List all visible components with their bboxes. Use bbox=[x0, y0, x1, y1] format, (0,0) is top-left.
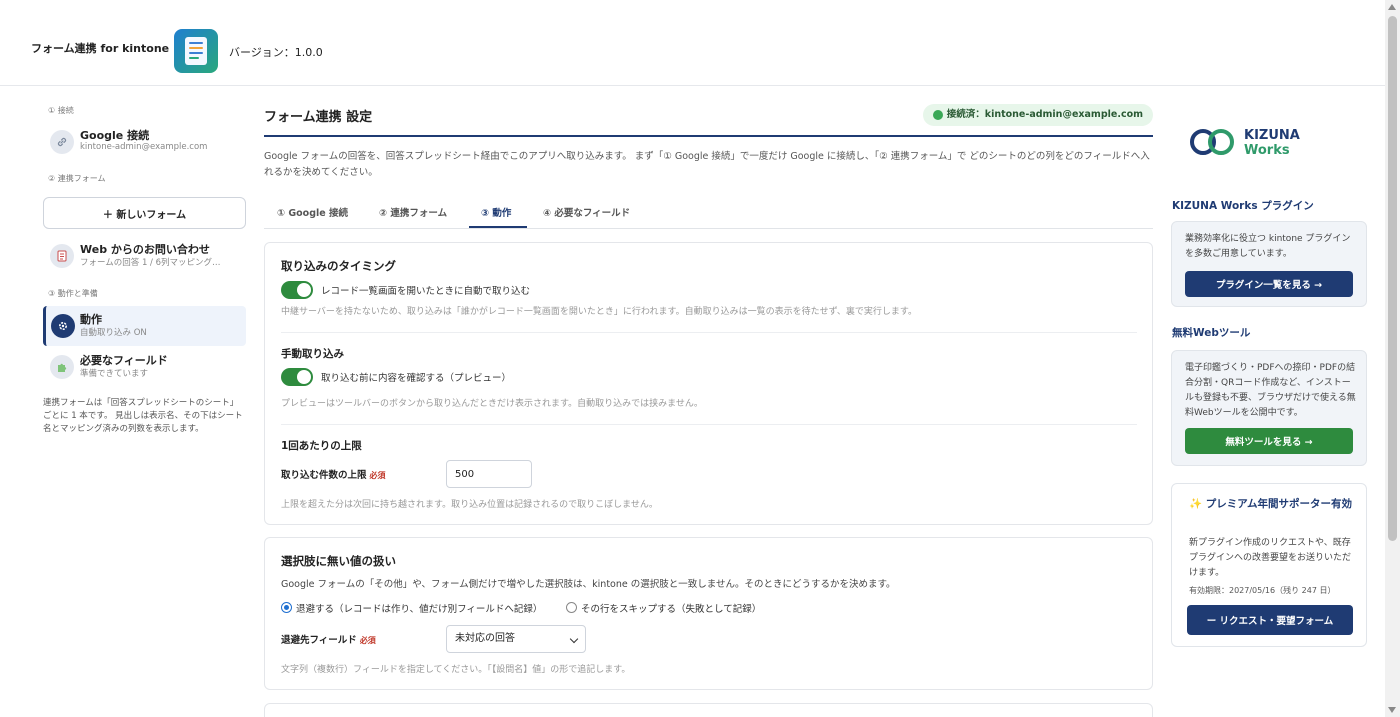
tab-required-fields[interactable]: ④ 必要なフィールド bbox=[543, 205, 630, 219]
fallback-field-label: 退避先フィールド 必須 bbox=[281, 632, 376, 646]
auto-import-toggle[interactable] bbox=[281, 281, 313, 299]
sidebar-item-title: Google 接続 bbox=[80, 129, 150, 142]
next-settings-card bbox=[264, 703, 1153, 717]
sidebar-item-title: Web からのお問い合わせ bbox=[80, 243, 210, 256]
app-form-icon bbox=[174, 29, 218, 73]
sidebar-note: 連携フォームは「回答スプレッドシートのシート」ごとに 1 本です。 見出しは表示… bbox=[43, 398, 243, 434]
sidebar-item-form[interactable]: Web からのお問い合わせ フォームの回答 1 / 6列マッピング… bbox=[43, 236, 246, 276]
section-divider bbox=[281, 424, 1137, 425]
fallback-field-select[interactable]: 未対応の回答 bbox=[446, 625, 586, 653]
connection-status-text: 接続済：kintone-admin@example.com bbox=[946, 109, 1143, 120]
sidebar-item-subtitle: kintone-admin@example.com bbox=[80, 142, 208, 152]
limit-help: 上限を超えた分は次回に持ち越されます。取り込み位置は記録されるので取りこぼしませ… bbox=[281, 500, 658, 510]
import-limit-input[interactable] bbox=[446, 460, 532, 488]
version-label: バージョン：1.0.0 bbox=[229, 46, 323, 59]
premium-description: 新プラグイン作成のリクエストや、既存プラグインへの改善要望をお送りいただけます。 bbox=[1189, 538, 1352, 578]
plugins-text: 業務効率化に役立つ kintone プラグインを多数ご用意しています。 bbox=[1185, 234, 1351, 259]
choices-description: Google フォームの「その他」や、フォーム側だけで増やした選択肢は、kint… bbox=[281, 579, 896, 590]
page-title: フォーム連携 設定 bbox=[264, 110, 373, 125]
scroll-down-arrow-icon[interactable] bbox=[1388, 707, 1396, 713]
logo-line-1: KIZUNA bbox=[1244, 128, 1300, 143]
sidebar-section-behavior: ③ 動作と準備 bbox=[48, 289, 98, 298]
premium-box: ✨ プレミアム年間サポーター有効 新プラグイン作成のリクエストや、既存プラグイン… bbox=[1171, 483, 1367, 647]
manual-import-heading: 手動取り込み bbox=[281, 348, 344, 360]
limit-label-text: 取り込む件数の上限 bbox=[281, 470, 367, 481]
sidebar-item-title: 必要なフィールド bbox=[80, 354, 168, 367]
fallback-label-text: 退避先フィールド bbox=[281, 635, 357, 646]
fallback-field-value: 未対応の回答 bbox=[455, 633, 515, 644]
limit-field-label: 取り込む件数の上限 必須 bbox=[281, 467, 386, 481]
scrollbar-thumb[interactable] bbox=[1388, 16, 1397, 541]
import-timing-card: 取り込みのタイミング レコード一覧画面を開いたときに自動で取り込む 中継サーバー… bbox=[264, 242, 1153, 525]
sidebar-item-subtitle: 準備できています bbox=[80, 369, 149, 379]
auto-import-toggle-label: レコード一覧画面を開いたときに自動で取り込む bbox=[321, 286, 531, 297]
radio-save-label[interactable]: 退避する（レコードは作り、値だけ別フィールドへ記録） bbox=[296, 601, 542, 615]
app-title: フォーム連携 for kintone bbox=[31, 42, 170, 55]
plugins-heading: KIZUNA Works プラグイン bbox=[1172, 200, 1314, 212]
app-header: フォーム連携 for kintone バージョン：1.0.0 bbox=[0, 0, 1385, 86]
premium-expiry: 有効期限：2027/05/16（残り 247 日） bbox=[1189, 586, 1336, 595]
timing-heading: 取り込みのタイミング bbox=[281, 259, 396, 273]
tools-box: 電子印鑑づくり・PDFへの捺印・PDFの結合分割・QRコード作成など、インストー… bbox=[1171, 350, 1367, 466]
tools-heading: 無料Webツール bbox=[1172, 327, 1251, 339]
puzzle-icon bbox=[50, 355, 74, 379]
connection-status-badge: 接続済：kintone-admin@example.com bbox=[922, 104, 1153, 126]
preview-toggle[interactable] bbox=[281, 368, 313, 386]
free-tools-button[interactable]: 無料ツールを見る → bbox=[1185, 428, 1353, 454]
link-icon bbox=[50, 130, 74, 154]
fallback-help: 文字列（複数行）フィールドを指定してください。「【設問名】値」の形で追記します。 bbox=[281, 665, 631, 675]
scroll-up-arrow-icon[interactable] bbox=[1388, 4, 1396, 10]
preview-help: プレビューはツールバーのボタンから取り込んだときだけ表示されます。自動取り込みで… bbox=[281, 399, 703, 409]
document-icon bbox=[50, 244, 74, 268]
title-divider bbox=[264, 135, 1153, 137]
preview-toggle-label: 取り込む前に内容を確認する（プレビュー） bbox=[321, 373, 512, 384]
chevron-down-icon bbox=[569, 634, 579, 644]
premium-title: ✨ プレミアム年間サポーター有効 bbox=[1189, 498, 1352, 510]
sidebar-section-forms: ② 連携フォーム bbox=[48, 174, 106, 183]
status-dot-icon bbox=[932, 110, 943, 120]
section-divider bbox=[281, 332, 1137, 333]
radio-save-value[interactable] bbox=[281, 602, 292, 613]
request-form-button[interactable]: ー リクエスト・要望フォーム bbox=[1187, 605, 1353, 635]
sidebar-item-subtitle: フォームの回答 1 / 6列マッピング… bbox=[80, 258, 221, 268]
sidebar-item-behavior[interactable]: 動作 自動取り込み ON bbox=[43, 306, 246, 346]
tab-google-connection[interactable]: ① Google 接続 bbox=[277, 205, 348, 219]
choices-heading: 選択肢に無い値の扱い bbox=[281, 554, 396, 568]
radio-skip-row[interactable] bbox=[566, 602, 577, 613]
tools-text: 電子印鑑づくり・PDFへの捺印・PDFの結合分割・QRコード作成など、インストー… bbox=[1185, 363, 1356, 418]
active-tab-indicator bbox=[469, 226, 527, 228]
sidebar-item-subtitle: 自動取り込み ON bbox=[80, 328, 147, 338]
intro-text: Google フォームの回答を、回答スプレッドシート経由でこのアプリへ取り込みま… bbox=[264, 151, 1150, 178]
kizuna-logo-icon bbox=[1190, 129, 1234, 155]
sparkle-icon: ✨ bbox=[1189, 498, 1203, 510]
logo-line-2: Works bbox=[1244, 143, 1290, 158]
limit-heading: 1回あたりの上限 bbox=[281, 440, 362, 452]
tab-linked-forms[interactable]: ② 連携フォーム bbox=[379, 205, 447, 219]
gear-icon bbox=[51, 314, 75, 338]
new-form-button[interactable]: ＋ 新しいフォーム bbox=[43, 197, 246, 229]
plugins-box: 業務効率化に役立つ kintone プラグインを多数ご用意しています。 プラグイ… bbox=[1171, 221, 1367, 307]
settings-tabs: ① Google 接続 ② 連携フォーム ③ 動作 ④ 必要なフィールド bbox=[264, 197, 1153, 229]
plugins-list-button[interactable]: プラグイン一覧を見る → bbox=[1185, 271, 1353, 297]
required-badge: 必須 bbox=[369, 471, 386, 480]
unmatched-choices-card: 選択肢に無い値の扱い Google フォームの「その他」や、フォーム側だけで増や… bbox=[264, 537, 1153, 690]
tab-behavior[interactable]: ③ 動作 bbox=[481, 205, 511, 219]
sidebar-section-connection: ① 接続 bbox=[48, 106, 74, 115]
required-badge: 必須 bbox=[359, 636, 376, 645]
kizuna-logo-text: KIZUNA Works bbox=[1244, 128, 1300, 158]
page-scrollbar[interactable] bbox=[1385, 0, 1400, 717]
radio-skip-label[interactable]: その行をスキップする（失敗として記録） bbox=[581, 601, 761, 615]
auto-import-help: 中継サーバーを持たないため、取り込みは「誰かがレコード一覧画面を開いたとき」に行… bbox=[281, 307, 918, 317]
sidebar-item-title: 動作 bbox=[80, 313, 102, 326]
sidebar-item-fields[interactable]: 必要なフィールド 準備できています bbox=[43, 347, 246, 387]
sidebar-item-google[interactable]: Google 接続 kintone-admin@example.com bbox=[43, 122, 246, 162]
